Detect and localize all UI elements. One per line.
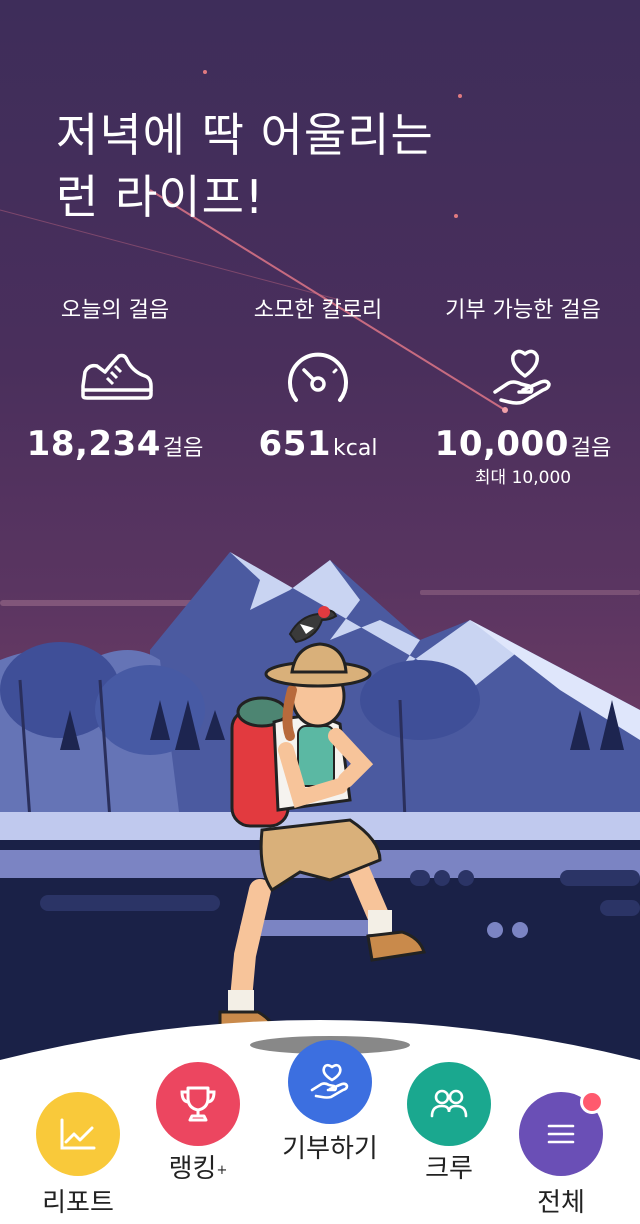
notification-dot xyxy=(580,1090,604,1114)
nav-crew-circle xyxy=(407,1062,491,1146)
today-steps-unit: 걸음 xyxy=(162,436,204,461)
home-screen: 저녁에 딱 어울리는 런 라이프! 오늘의 걸음 18,234걸음 소모한 칼로… xyxy=(0,0,640,1224)
nav-crew-label: 크루 xyxy=(425,1154,473,1184)
trophy-icon xyxy=(180,1086,216,1122)
nav-all-label: 전체 xyxy=(537,1188,585,1218)
nav-donate-circle xyxy=(288,1040,372,1124)
nav-ranking-button[interactable]: 랭킹+ xyxy=(138,1062,258,1186)
headline-line-2: 런 라이프! xyxy=(56,170,265,224)
headline-line-1: 저녁에 딱 어울리는 xyxy=(56,108,434,162)
nav-all-button[interactable]: 전체 xyxy=(501,1090,621,1220)
headline: 저녁에 딱 어울리는 런 라이프! xyxy=(56,104,596,228)
people-icon xyxy=(430,1089,468,1118)
nav-ranking-plus: + xyxy=(216,1163,228,1178)
today-steps-value: 18,234 xyxy=(26,424,161,464)
today-steps-stat[interactable]: 오늘의 걸음 18,234걸음 xyxy=(10,294,220,472)
calories-stat[interactable]: 소모한 칼로리 651kcal xyxy=(213,294,423,472)
nav-report-circle xyxy=(36,1092,120,1176)
nav-ranking-label: 랭킹+ xyxy=(138,1152,258,1186)
nav-report-button[interactable]: 리포트 xyxy=(18,1092,138,1220)
today-steps-label: 오늘의 걸음 xyxy=(60,298,170,323)
nav-report-label: 리포트 xyxy=(42,1188,114,1218)
donatable-steps-stat[interactable]: 기부 가능한 걸음 10,000걸음 최대 10,000 xyxy=(418,294,628,488)
donatable-steps-unit: 걸음 xyxy=(570,436,612,461)
menu-icon xyxy=(547,1124,575,1144)
calories-unit: kcal xyxy=(333,436,378,461)
donatable-steps-value: 10,000 xyxy=(434,424,569,464)
heart-hand-icon xyxy=(310,1063,349,1099)
calories-label: 소모한 칼로리 xyxy=(253,298,383,323)
heart-hand-icon xyxy=(493,349,551,405)
nav-ranking-circle xyxy=(156,1062,240,1146)
gauge-icon xyxy=(288,352,348,402)
sneaker-icon xyxy=(81,353,153,400)
nav-ranking-text: 랭킹 xyxy=(168,1154,217,1184)
donatable-steps-label: 기부 가능한 걸음 xyxy=(445,298,601,323)
chart-line-icon xyxy=(60,1118,96,1150)
calories-value: 651 xyxy=(258,424,332,464)
nav-donate-button[interactable]: 기부하기 xyxy=(270,1040,390,1166)
nav-crew-button[interactable]: 크루 xyxy=(389,1062,509,1186)
nav-donate-label: 기부하기 xyxy=(282,1134,378,1164)
